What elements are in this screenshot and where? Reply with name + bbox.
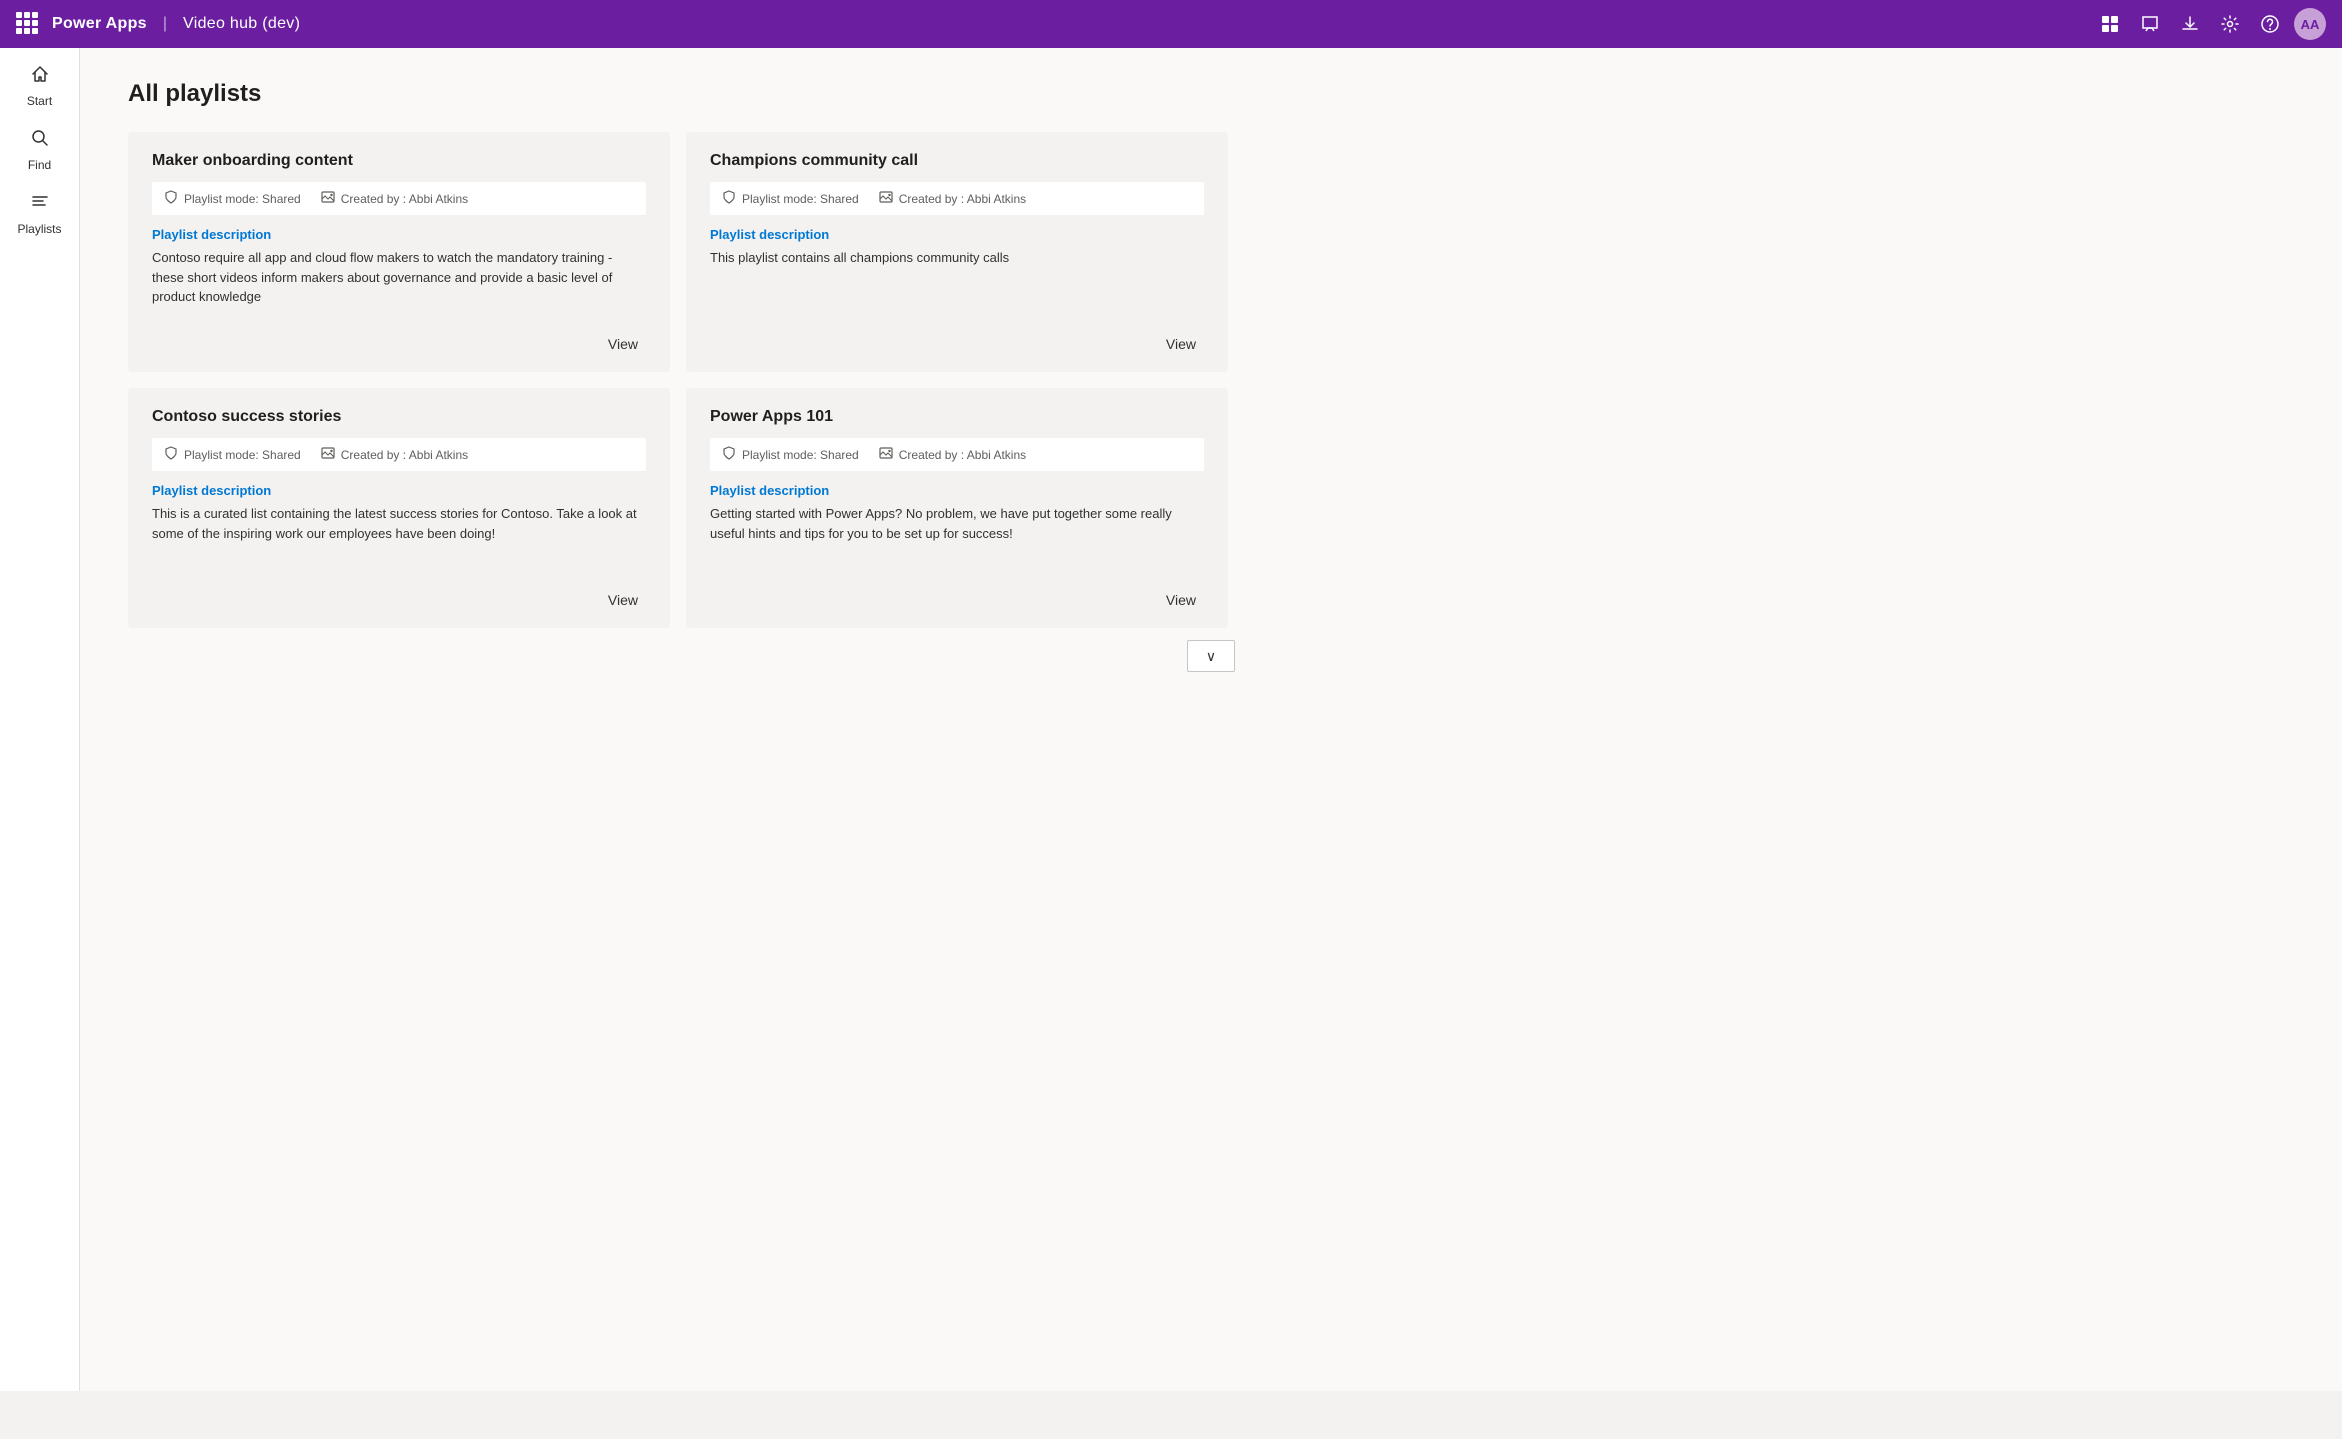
card-meta: Playlist mode: Shared Created by : Abbi … (152, 182, 646, 215)
waffle-menu[interactable] (16, 12, 40, 36)
creator-label: Created by : Abbi Atkins (341, 448, 468, 462)
sidebar-find-label: Find (28, 158, 51, 172)
download-icon[interactable] (2174, 8, 2206, 40)
playlist-desc-label[interactable]: Playlist description (152, 227, 646, 242)
playlist-mode-meta: Playlist mode: Shared (164, 446, 301, 463)
playlist-mode-label: Playlist mode: Shared (184, 448, 301, 462)
user-avatar[interactable]: AA (2294, 8, 2326, 40)
playlist-mode-meta: Playlist mode: Shared (722, 446, 859, 463)
playlist-card-p2: Champions community call Playlist mode: … (686, 132, 1228, 372)
shield-icon (164, 190, 178, 207)
playlist-view-button[interactable]: View (600, 588, 646, 612)
playlist-mode-label: Playlist mode: Shared (184, 192, 301, 206)
chevron-down-icon: ∨ (1206, 648, 1216, 665)
card-meta: Playlist mode: Shared Created by : Abbi … (710, 182, 1204, 215)
nav-divider: | (163, 15, 167, 33)
playlists-icon (30, 192, 50, 218)
home-icon (30, 64, 50, 90)
card-meta: Playlist mode: Shared Created by : Abbi … (710, 438, 1204, 471)
playlist-view-button[interactable]: View (1158, 588, 1204, 612)
image-icon (879, 446, 893, 463)
creator-meta: Created by : Abbi Atkins (321, 190, 468, 207)
image-icon (321, 446, 335, 463)
playlist-desc-text: This playlist contains all champions com… (710, 248, 1204, 320)
playlist-mode-meta: Playlist mode: Shared (164, 190, 301, 207)
card-title: Contoso success stories (152, 408, 646, 426)
shield-icon (722, 446, 736, 463)
playlist-mode-label: Playlist mode: Shared (742, 448, 859, 462)
playlist-desc-label[interactable]: Playlist description (710, 483, 1204, 498)
creator-label: Created by : Abbi Atkins (899, 448, 1026, 462)
creator-label: Created by : Abbi Atkins (899, 192, 1026, 206)
settings-icon[interactable] (2214, 8, 2246, 40)
sidebar-start-label: Start (27, 94, 52, 108)
top-nav: Power Apps | Video hub (dev) (0, 0, 2342, 48)
playlist-view-button[interactable]: View (600, 332, 646, 356)
sidebar-playlists-label: Playlists (17, 222, 61, 236)
playlist-desc-text: This is a curated list containing the la… (152, 504, 646, 576)
image-icon (879, 190, 893, 207)
sidebar-item-playlists[interactable]: Playlists (6, 184, 74, 244)
app-name: Power Apps (52, 15, 147, 33)
playlist-desc-text: Contoso require all app and cloud flow m… (152, 248, 646, 320)
search-icon (30, 128, 50, 154)
sidebar: Start Find Playlists (0, 48, 80, 1391)
app-context: Video hub (dev) (183, 15, 300, 33)
chat-icon[interactable] (2134, 8, 2166, 40)
apps-icon[interactable] (2094, 8, 2126, 40)
playlist-card-p3: Contoso success stories Playlist mode: S… (128, 388, 670, 628)
creator-meta: Created by : Abbi Atkins (321, 446, 468, 463)
card-title: Champions community call (710, 152, 1204, 170)
playlist-card-p1: Maker onboarding content Playlist mode: … (128, 132, 670, 372)
creator-label: Created by : Abbi Atkins (341, 192, 468, 206)
help-icon[interactable] (2254, 8, 2286, 40)
sidebar-item-start[interactable]: Start (6, 56, 74, 116)
creator-meta: Created by : Abbi Atkins (879, 446, 1026, 463)
page-title: All playlists (128, 80, 2294, 108)
scroll-down-button[interactable]: ∨ (1187, 640, 1235, 672)
playlist-desc-text: Getting started with Power Apps? No prob… (710, 504, 1204, 576)
playlist-view-button[interactable]: View (1158, 332, 1204, 356)
main-content: All playlists Maker onboarding content P… (80, 48, 2342, 1391)
app-layout: Start Find Playlists All playlists (0, 48, 2342, 1391)
shield-icon (164, 446, 178, 463)
playlist-desc-label[interactable]: Playlist description (152, 483, 646, 498)
scroll-btn-row: ∨ (128, 640, 2294, 672)
card-meta: Playlist mode: Shared Created by : Abbi … (152, 438, 646, 471)
creator-meta: Created by : Abbi Atkins (879, 190, 1026, 207)
playlist-desc-label[interactable]: Playlist description (710, 227, 1204, 242)
sidebar-item-find[interactable]: Find (6, 120, 74, 180)
nav-icons: AA (2094, 8, 2326, 40)
playlist-mode-label: Playlist mode: Shared (742, 192, 859, 206)
playlist-mode-meta: Playlist mode: Shared (722, 190, 859, 207)
playlist-grid: Maker onboarding content Playlist mode: … (128, 132, 1228, 628)
shield-icon (722, 190, 736, 207)
playlist-card-p4: Power Apps 101 Playlist mode: Shared (686, 388, 1228, 628)
card-title: Power Apps 101 (710, 408, 1204, 426)
card-title: Maker onboarding content (152, 152, 646, 170)
image-icon (321, 190, 335, 207)
